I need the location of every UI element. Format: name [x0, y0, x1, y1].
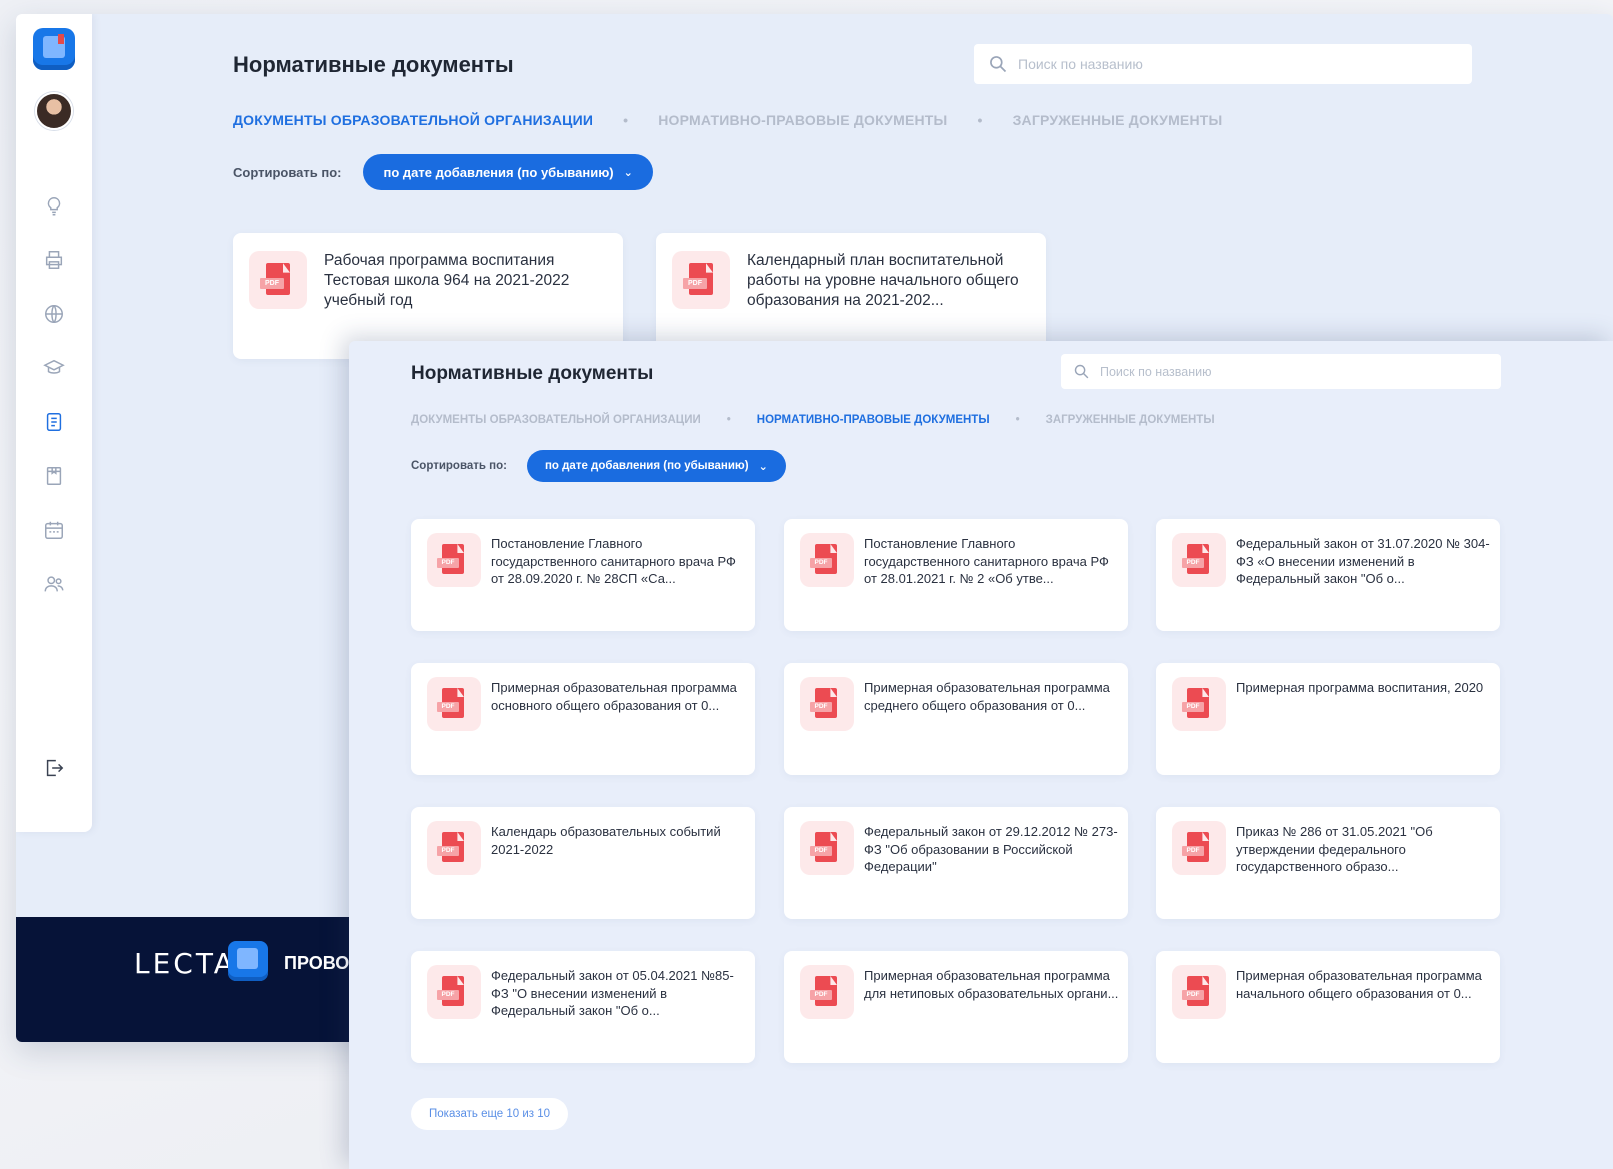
search-input[interactable]: Поиск по названию [974, 44, 1472, 84]
front-window: Нормативные документы Поиск по названию … [349, 341, 1613, 1169]
chevron-down-icon: ⌄ [623, 166, 633, 179]
document-card[interactable]: PDF Постановление Главного государственн… [411, 519, 755, 631]
tab-legal-documents[interactable]: НОРМАТИВНО-ПРАВОВЫЕ ДОКУМЕНТЫ [757, 414, 990, 426]
book-icon[interactable] [42, 465, 66, 489]
tab-organization-documents[interactable]: ДОКУМЕНТЫ ОБРАЗОВАТЕЛЬНОЙ ОРГАНИЗАЦИИ [411, 414, 701, 426]
document-card[interactable]: PDF Примерная образовательная программа … [784, 951, 1128, 1063]
pdf-file-icon: PDF [427, 677, 481, 731]
pdf-file-icon: PDF [800, 677, 854, 731]
sort-label: Сортировать по: [233, 164, 342, 180]
sort-dropdown[interactable]: по дате добавления (по убыванию) ⌄ [526, 450, 786, 482]
tabs: ДОКУМЕНТЫ ОБРАЗОВАТЕЛЬНОЙ ОРГАНИЗАЦИИ • … [411, 414, 1215, 426]
pdf-file-icon: PDF [800, 821, 854, 875]
pdf-file-icon: PDF [1172, 677, 1226, 731]
document-icon[interactable] [42, 411, 66, 435]
document-card[interactable]: PDF Постановление Главного государственн… [784, 519, 1128, 631]
document-card[interactable]: PDF Примерная образовательная программа … [411, 663, 755, 775]
tab-organization-documents[interactable]: ДОКУМЕНТЫ ОБРАЗОВАТЕЛЬНОЙ ОРГАНИЗАЦИИ [233, 112, 593, 128]
document-title: Календарный план воспитательной работы н… [747, 252, 1019, 309]
document-card[interactable]: PDF Федеральный закон от 05.04.2021 №85-… [411, 951, 755, 1063]
pdf-file-icon: PDF [800, 965, 854, 1019]
tab-uploaded-documents[interactable]: ЗАГРУЖЕННЫЕ ДОКУМЕНТЫ [1013, 112, 1223, 128]
avatar[interactable] [35, 92, 73, 130]
tab-separator: • [623, 112, 629, 128]
chevron-down-icon: ⌄ [758, 460, 768, 473]
search-icon [1074, 364, 1089, 379]
document-card[interactable]: PDF Календарь образовательных событий 20… [411, 807, 755, 919]
calendar-icon[interactable] [42, 519, 66, 543]
document-card[interactable]: PDF Примерная образовательная программа … [1156, 951, 1500, 1063]
sort-value: по дате добавления (по убыванию) [544, 460, 749, 472]
search-input[interactable]: Поиск по названию [1061, 354, 1501, 389]
document-card[interactable]: PDF Федеральный закон от 31.07.2020 № 30… [1156, 519, 1500, 631]
document-title: Федеральный закон от 05.04.2021 №85-ФЗ "… [491, 968, 734, 1019]
lightbulb-icon[interactable] [42, 195, 66, 219]
sort-control: Сортировать по: по дате добавления (по у… [233, 154, 653, 190]
lecta-logo: LECTA [134, 947, 236, 980]
document-title: Примерная образовательная программа осно… [491, 680, 737, 713]
printer-icon[interactable] [42, 249, 66, 273]
tab-separator: • [977, 112, 983, 128]
sort-value: по дате добавления (по убыванию) [383, 164, 614, 180]
footer-product-name: ПРОВО [284, 953, 350, 973]
pdf-file-icon: PDF [1172, 965, 1226, 1019]
document-title: Федеральный закон от 29.12.2012 № 273-ФЗ… [864, 824, 1118, 875]
graduation-cap-icon[interactable] [42, 357, 66, 381]
pdf-file-icon: PDF [249, 251, 307, 309]
search-placeholder: Поиск по названию [1100, 364, 1212, 379]
tab-legal-documents[interactable]: НОРМАТИВНО-ПРАВОВЫЕ ДОКУМЕНТЫ [658, 112, 947, 128]
document-title: Календарь образовательных событий 2021-2… [491, 824, 721, 857]
sidebar [16, 14, 92, 832]
pdf-file-icon: PDF [427, 965, 481, 1019]
tab-separator: • [726, 414, 731, 426]
document-title: Рабочая программа воспитания Тестовая шк… [324, 252, 570, 309]
sort-control: Сортировать по: по дате добавления (по у… [411, 450, 786, 482]
users-icon[interactable] [42, 573, 66, 597]
show-more-button[interactable]: Показать еще 10 из 10 [411, 1098, 569, 1130]
document-title: Примерная образовательная программа для … [864, 968, 1119, 1001]
pdf-file-icon: PDF [800, 533, 854, 587]
document-card[interactable]: PDF Приказ № 286 от 31.05.2021 "Об утвер… [1156, 807, 1500, 919]
document-title: Постановление Главного государственного … [864, 536, 1109, 587]
document-title: Приказ № 286 от 31.05.2021 "Об утвержден… [1236, 824, 1433, 875]
pdf-file-icon: PDF [427, 821, 481, 875]
tab-separator: • [1015, 414, 1020, 426]
document-title: Примерная программа воспитания, 2020 [1236, 680, 1484, 695]
document-card[interactable]: PDF Примерная программа воспитания, 2020 [1156, 663, 1500, 775]
document-title: Примерная образовательная программа нача… [1236, 968, 1482, 1001]
search-placeholder: Поиск по названию [1018, 56, 1143, 72]
tabs: ДОКУМЕНТЫ ОБРАЗОВАТЕЛЬНОЙ ОРГАНИЗАЦИИ • … [233, 112, 1222, 128]
logout-icon[interactable] [42, 757, 66, 781]
pdf-file-icon: PDF [672, 251, 730, 309]
pdf-file-icon: PDF [1172, 821, 1226, 875]
document-title: Примерная образовательная программа сред… [864, 680, 1110, 713]
document-card[interactable]: PDF Примерная образовательная программа … [784, 663, 1128, 775]
document-card[interactable]: PDF Федеральный закон от 29.12.2012 № 27… [784, 807, 1128, 919]
page-title: Нормативные документы [233, 52, 514, 77]
globe-icon[interactable] [42, 303, 66, 327]
document-title: Федеральный закон от 31.07.2020 № 304-ФЗ… [1236, 536, 1490, 587]
footer-app-logo [228, 941, 268, 981]
pdf-file-icon: PDF [427, 533, 481, 587]
document-title: Постановление Главного государственного … [491, 536, 736, 587]
page-title: Нормативные документы [411, 363, 654, 384]
search-icon [990, 56, 1007, 73]
sort-dropdown[interactable]: по дате добавления (по убыванию) ⌄ [363, 154, 653, 190]
pdf-file-icon: PDF [1172, 533, 1226, 587]
tab-uploaded-documents[interactable]: ЗАГРУЖЕННЫЕ ДОКУМЕНТЫ [1046, 414, 1215, 426]
app-logo[interactable] [33, 28, 75, 70]
sort-label: Сортировать по: [411, 460, 507, 472]
